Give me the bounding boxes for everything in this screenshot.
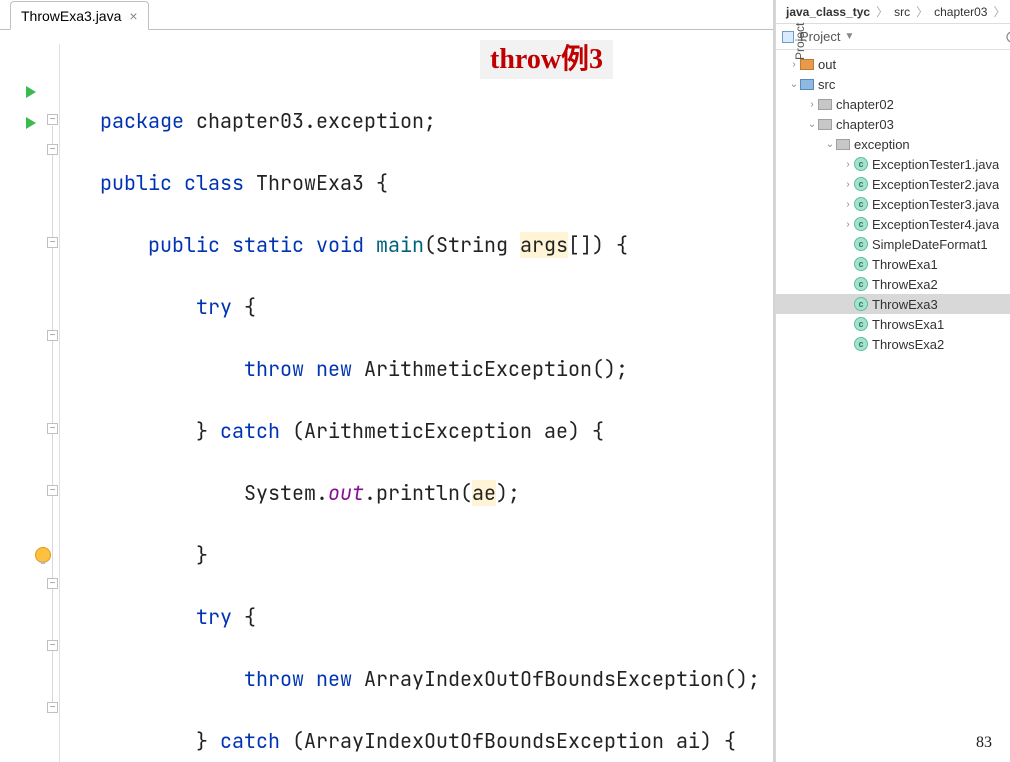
java-class-icon: c (854, 177, 868, 191)
tab-bar: ThrowExa3.java × (0, 0, 773, 30)
chevron-down-icon[interactable]: ⌄ (788, 79, 800, 90)
tree-folder-chapter02[interactable]: ›chapter02 (776, 94, 1010, 114)
fold-toggle-icon[interactable]: − (47, 485, 58, 496)
file-tab[interactable]: ThrowExa3.java × (10, 1, 149, 30)
tree-file[interactable]: ›cExceptionTester1.java (776, 154, 1010, 174)
java-class-icon: c (854, 337, 868, 351)
fold-toggle-icon[interactable]: − (47, 423, 58, 434)
chevron-right-icon[interactable]: › (788, 59, 800, 70)
fold-guide (52, 126, 53, 706)
locate-icon[interactable] (1005, 30, 1010, 44)
crumb-pkg[interactable]: exception (1006, 3, 1010, 21)
java-class-icon: c (854, 197, 868, 211)
fold-toggle-icon[interactable]: − (47, 702, 58, 713)
run-class-icon[interactable] (26, 86, 36, 98)
chevron-right-icon: 〉 (876, 3, 888, 20)
close-icon[interactable]: × (129, 9, 137, 23)
tree-folder-exception[interactable]: ⌄exception (776, 134, 1010, 154)
folder-icon (800, 59, 814, 70)
chevron-right-icon[interactable]: › (842, 199, 854, 210)
tree-file-selected[interactable]: cThrowExa3 (776, 294, 1010, 314)
java-class-icon: c (854, 257, 868, 271)
chevron-right-icon[interactable]: › (842, 219, 854, 230)
run-main-icon[interactable] (26, 117, 36, 129)
java-class-icon: c (854, 317, 868, 331)
chevron-right-icon: 〉 (916, 3, 928, 20)
tree-file[interactable]: cThrowExa2 (776, 274, 1010, 294)
java-class-icon: c (854, 277, 868, 291)
tree-file[interactable]: ›cExceptionTester4.java (776, 214, 1010, 234)
side-tab-strip: Project (774, 0, 776, 762)
crumb-src[interactable]: src (888, 3, 916, 21)
crumb-root[interactable]: java_class_tyc (780, 3, 876, 21)
folder-icon (818, 119, 832, 130)
annotation-label: throw例3 (480, 40, 613, 79)
fold-toggle-icon[interactable]: − (47, 144, 58, 155)
tree-file[interactable]: cSimpleDateFormat1 (776, 234, 1010, 254)
tree-file[interactable]: ›cExceptionTester3.java (776, 194, 1010, 214)
tab-filename: ThrowExa3.java (21, 8, 121, 24)
fold-toggle-icon[interactable]: − (47, 330, 58, 341)
java-class-icon: c (854, 157, 868, 171)
project-tree[interactable]: ›out ⌄src ›chapter02 ⌄chapter03 ⌄excepti… (776, 50, 1010, 762)
project-tool-tab[interactable]: Project (793, 23, 807, 60)
gutter: − − − − − − − − − (0, 44, 60, 762)
fold-toggle-icon[interactable]: − (47, 114, 58, 125)
folder-icon (800, 79, 814, 90)
tree-folder-src[interactable]: ⌄src (776, 74, 1010, 94)
chevron-right-icon[interactable]: › (842, 179, 854, 190)
chevron-down-icon[interactable]: ⌄ (806, 119, 818, 130)
tree-file[interactable]: cThrowsExa2 (776, 334, 1010, 354)
tree-folder-chapter03[interactable]: ⌄chapter03 (776, 114, 1010, 134)
chevron-down-icon[interactable]: ▼ (844, 31, 854, 42)
breadcrumb[interactable]: java_class_tyc 〉 src 〉 chapter03 〉 excep… (776, 0, 1010, 24)
crumb-chapter[interactable]: chapter03 (928, 3, 993, 21)
tree-folder-out[interactable]: ›out (776, 54, 1010, 74)
chevron-down-icon[interactable]: ⌄ (824, 139, 836, 150)
fold-toggle-icon[interactable]: − (47, 237, 58, 248)
chevron-right-icon[interactable]: › (842, 159, 854, 170)
java-class-icon: c (854, 217, 868, 231)
fold-toggle-icon[interactable]: − (47, 640, 58, 651)
page-number: 83 (976, 734, 992, 752)
tree-file[interactable]: ›cExceptionTester2.java (776, 174, 1010, 194)
tree-file[interactable]: cThrowsExa1 (776, 314, 1010, 334)
chevron-right-icon[interactable]: › (806, 99, 818, 110)
project-panel-header: Project ▼ (776, 24, 1010, 50)
chevron-right-icon: 〉 (993, 3, 1005, 20)
folder-icon (836, 139, 850, 150)
code-editor[interactable]: throw例3 package chapter03.exception; pub… (60, 44, 773, 762)
tree-file[interactable]: cThrowExa1 (776, 254, 1010, 274)
java-class-icon: c (854, 237, 868, 251)
folder-icon (818, 99, 832, 110)
fold-toggle-icon[interactable]: − (47, 578, 58, 589)
java-class-icon: c (854, 297, 868, 311)
